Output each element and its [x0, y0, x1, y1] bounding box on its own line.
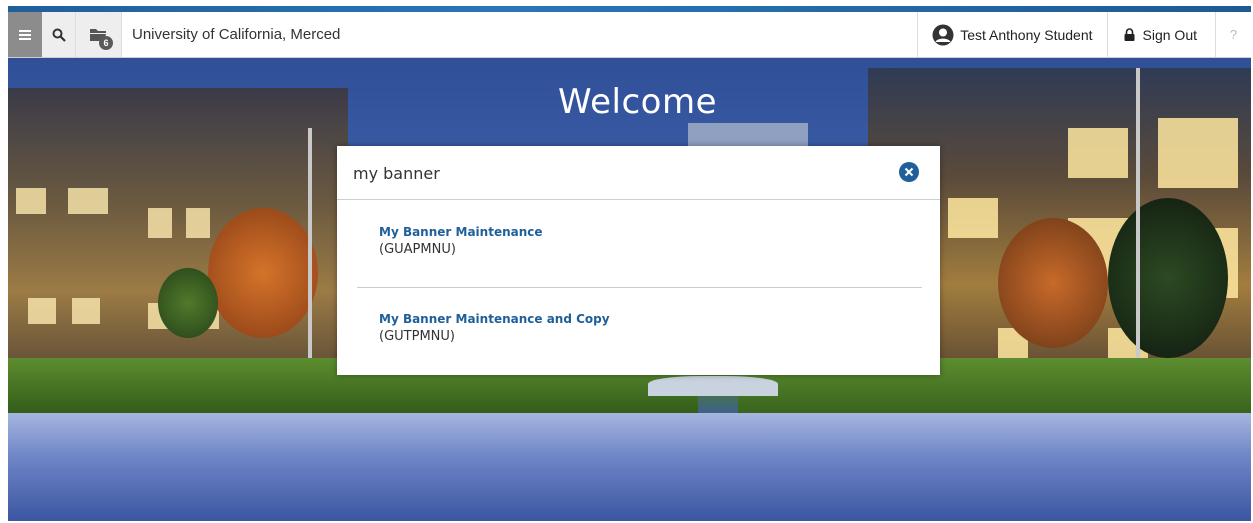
- welcome-title: Welcome: [557, 82, 718, 122]
- tree-right: [998, 218, 1108, 348]
- user-profile-button[interactable]: Test Anthony Student: [917, 12, 1106, 57]
- institution-name: University of California, Merced: [132, 26, 341, 43]
- walkway: [648, 376, 778, 396]
- search-result-title[interactable]: My Banner Maintenance and Copy: [379, 312, 899, 326]
- result-divider: [357, 287, 922, 288]
- search-result-item[interactable]: My Banner Maintenance and Copy (GUTPMNU): [379, 312, 899, 344]
- search-button[interactable]: [42, 12, 76, 57]
- lock-icon: [1124, 28, 1135, 41]
- search-result-title[interactable]: My Banner Maintenance: [379, 225, 899, 239]
- search-result-item[interactable]: My Banner Maintenance (GUAPMNU): [379, 225, 899, 257]
- sign-out-label: Sign Out: [1142, 26, 1197, 43]
- help-button[interactable]: ?: [1215, 12, 1251, 57]
- clear-search-icon: [904, 167, 914, 177]
- reflecting-pool: [8, 413, 1251, 521]
- search-result-code: (GUTPMNU): [379, 329, 455, 344]
- tree-right-2: [1108, 198, 1228, 358]
- user-avatar-icon: [932, 24, 954, 45]
- app-frame: 6 University of California, Merced Test …: [0, 0, 1253, 523]
- sign-out-button[interactable]: Sign Out: [1106, 12, 1215, 57]
- search-input[interactable]: [353, 159, 873, 187]
- user-name: Test Anthony Student: [960, 26, 1093, 43]
- tree-left: [208, 208, 318, 338]
- search-row: [337, 146, 940, 200]
- clear-search-button[interactable]: [899, 162, 919, 182]
- search-result-code: (GUAPMNU): [379, 242, 456, 257]
- lamp-post-left: [308, 128, 312, 378]
- recent-count-badge: 6: [99, 36, 113, 50]
- search-panel: My Banner Maintenance (GUAPMNU) My Banne…: [337, 146, 940, 375]
- search-icon: [52, 28, 66, 42]
- menu-button[interactable]: [8, 12, 42, 57]
- recent-items-button[interactable]: 6: [76, 12, 122, 57]
- tree-left-2: [158, 268, 218, 338]
- hamburger-menu-icon: [19, 29, 31, 40]
- header-bar: 6 University of California, Merced Test …: [8, 12, 1251, 58]
